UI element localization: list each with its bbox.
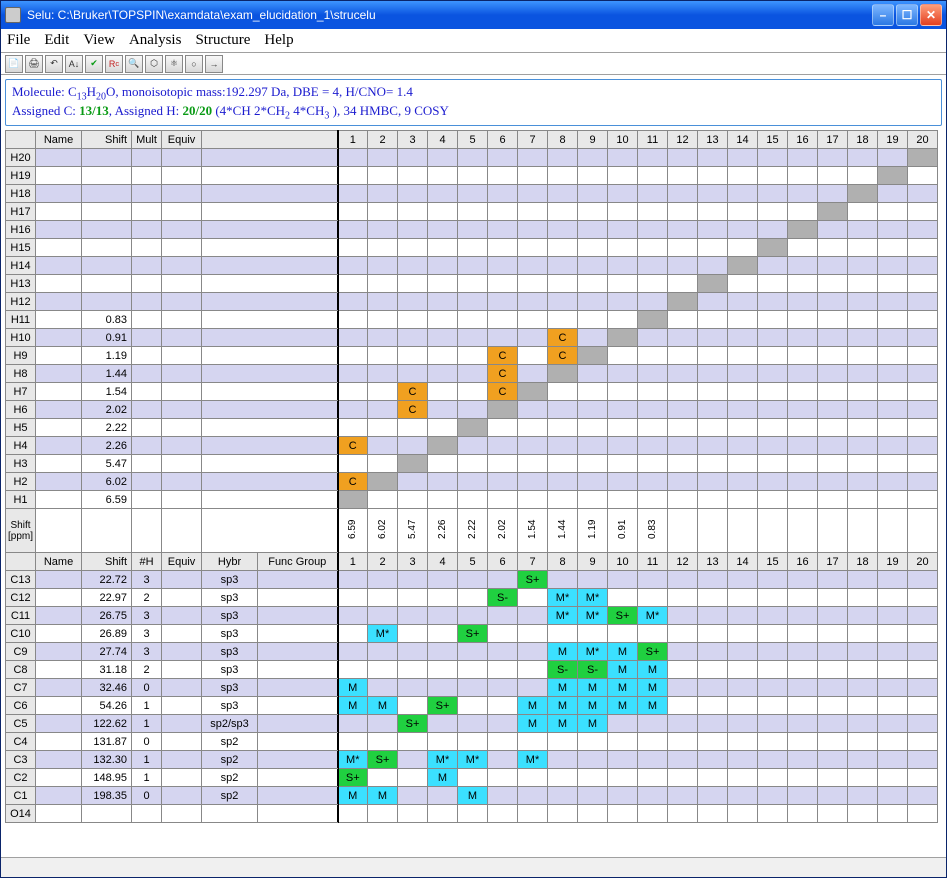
menubar: File Edit View Analysis Structure Help [1, 29, 946, 53]
tb-open-icon[interactable]: 📄 [5, 55, 23, 73]
h-row: H35.47 [6, 455, 938, 473]
menu-help[interactable]: Help [264, 32, 293, 49]
h-row: H71.54CC [6, 383, 938, 401]
minimize-button[interactable]: – [872, 4, 894, 26]
c-row: C1222.972sp3S-M*M* [6, 589, 938, 607]
tb-auto-icon[interactable]: A↓ [65, 55, 83, 73]
h-row: H16 [6, 221, 938, 239]
h-row: H100.91C [6, 329, 938, 347]
c-row: C1198.350sp2MMM [6, 787, 938, 805]
c-row: C831.182sp3S-S-MM [6, 661, 938, 679]
h-row: H20 [6, 149, 938, 167]
c-row: C2148.951sp2S+M [6, 769, 938, 787]
maximize-button[interactable]: ☐ [896, 4, 918, 26]
statusbar [1, 857, 946, 877]
h-row: H19 [6, 167, 938, 185]
c-row: C927.743sp3MM*MS+ [6, 643, 938, 661]
tb-geom-icon[interactable]: ⬡ [145, 55, 163, 73]
h-row: H52.22 [6, 419, 938, 437]
close-button[interactable]: ✕ [920, 4, 942, 26]
h-row: H81.44C [6, 365, 938, 383]
menu-structure[interactable]: Structure [195, 32, 250, 49]
h-row: H110.83 [6, 311, 938, 329]
info-panel: Molecule: C13H20O, monoisotopic mass:192… [5, 79, 942, 126]
tb-check-icon[interactable]: ✔ [85, 55, 103, 73]
tb-rc-icon[interactable]: Rc [105, 55, 123, 73]
h-row: H91.19CC [6, 347, 938, 365]
h-row: H14 [6, 257, 938, 275]
c-row: C5122.621sp2/sp3S+MMM [6, 715, 938, 733]
tb-print-icon[interactable]: 🖨 [25, 55, 43, 73]
h-row: H18 [6, 185, 938, 203]
correlation-table[interactable]: NameShiftMultEquiv1234567891011121314151… [5, 130, 942, 857]
h-row: H42.26C [6, 437, 938, 455]
c-row: O14 [6, 805, 938, 823]
menu-analysis[interactable]: Analysis [129, 32, 182, 49]
h-row: H17 [6, 203, 938, 221]
c-row: C654.261sp3MMS+MMMMM [6, 697, 938, 715]
c-row: C1026.893sp3M*S+ [6, 625, 938, 643]
tb-mol-icon[interactable]: ⚛ [165, 55, 183, 73]
c-row: C4131.870sp2 [6, 733, 938, 751]
h-row: H13 [6, 275, 938, 293]
tb-zoom-icon[interactable]: 🔍 [125, 55, 143, 73]
c-row: C1322.723sp3S+ [6, 571, 938, 589]
c-row: C3132.301sp2M*S+M*M*M* [6, 751, 938, 769]
h-row: H12 [6, 293, 938, 311]
h-row: H26.02C [6, 473, 938, 491]
h-row: H16.59 [6, 491, 938, 509]
toolbar: 📄 🖨 ↶ A↓ ✔ Rc 🔍 ⬡ ⚛ ○ → [1, 53, 946, 75]
tb-undo-icon[interactable]: ↶ [45, 55, 63, 73]
h-row: H15 [6, 239, 938, 257]
window-title: Selu: C:\Bruker\TOPSPIN\examdata\exam_el… [27, 8, 872, 22]
c-row: C732.460sp3MMMMM [6, 679, 938, 697]
tb-ring-icon[interactable]: ○ [185, 55, 203, 73]
titlebar: Selu: C:\Bruker\TOPSPIN\examdata\exam_el… [1, 1, 946, 29]
menu-file[interactable]: File [7, 32, 30, 49]
menu-view[interactable]: View [83, 32, 115, 49]
c-row: C1126.753sp3M*M*S+M* [6, 607, 938, 625]
tb-arrow-icon[interactable]: → [205, 55, 223, 73]
menu-edit[interactable]: Edit [44, 32, 69, 49]
h-row: H62.02C [6, 401, 938, 419]
app-icon [5, 7, 21, 23]
